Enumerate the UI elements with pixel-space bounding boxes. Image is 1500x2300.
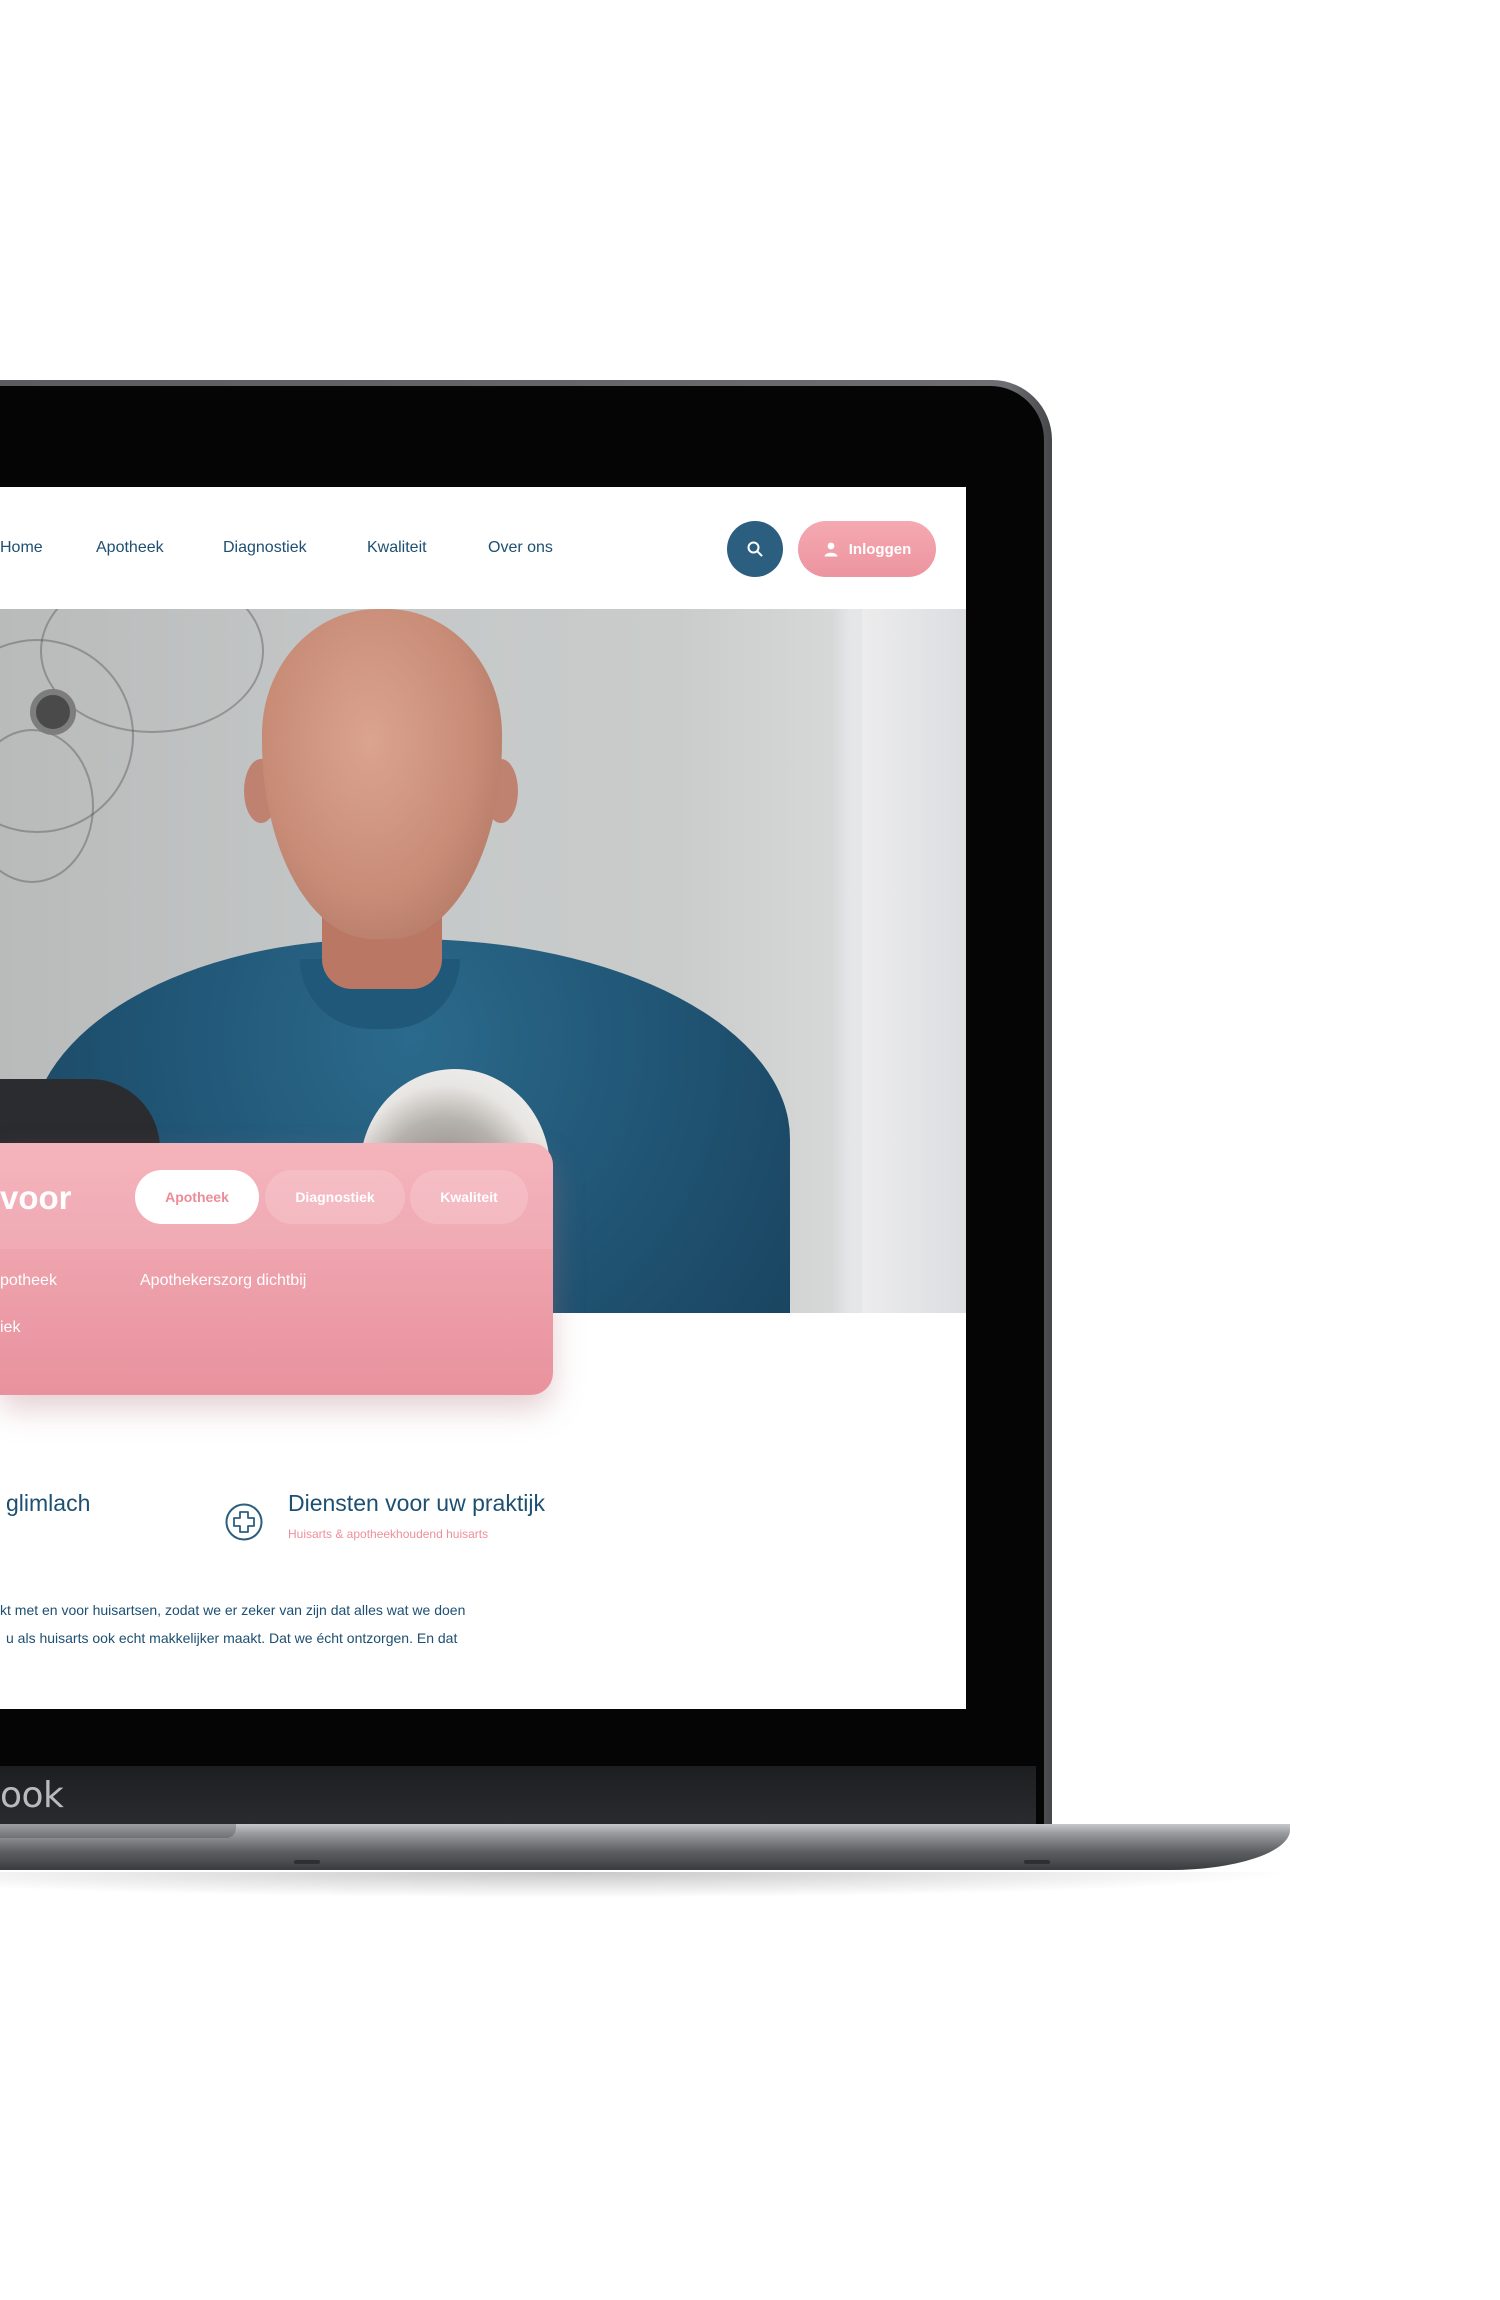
nav-item-apotheek[interactable]: Apotheek [96,539,164,557]
top-navigation: Home Apotheek Diagnostiek Kwaliteit Over… [0,487,966,609]
laptop-foot [294,1860,320,1864]
laptop-screen: Home Apotheek Diagnostiek Kwaliteit Over… [0,487,966,1709]
search-button[interactable] [727,521,783,577]
feature-diensten-title[interactable]: Diensten voor uw praktijk [288,1490,545,1517]
card-link-apotheek[interactable]: potheek [0,1272,57,1290]
plus-circle-icon[interactable] [224,1502,264,1542]
laptop-foot [1024,1860,1050,1864]
login-button[interactable]: Inloggen [798,521,936,577]
services-card-header: voor Apotheek Diagnostiek Kwaliteit [0,1143,553,1249]
laptop-hinge-notch [0,1824,236,1838]
nav-item-kwaliteit[interactable]: Kwaliteit [367,539,427,557]
search-icon [747,541,763,557]
feature-diensten-subtitle: Huisarts & apotheekhoudend huisarts [288,1527,489,1541]
laptop-shadow [0,1872,1300,1898]
user-icon [824,542,838,557]
nav-item-over-ons[interactable]: Over ons [488,539,553,557]
laptop-chin [0,1766,1036,1824]
services-card-title: voor [0,1179,72,1216]
card-link-diagnostiek[interactable]: iek [0,1319,20,1337]
laptop-brand-text: ook [0,1775,64,1816]
login-button-label: Inloggen [848,540,912,558]
tab-apotheek[interactable]: Apotheek [135,1170,259,1224]
wall-flower-core [30,689,76,735]
intro-text-line: u als huisarts ook echt makkelijker maak… [6,1630,458,1646]
person-head [262,609,502,939]
nav-item-home[interactable]: Home [0,539,43,557]
intro-text-line: kt met en voor huisartsen, zodat we er z… [0,1602,466,1618]
nav-item-diagnostiek[interactable]: Diagnostiek [223,539,307,557]
tab-kwaliteit[interactable]: Kwaliteit [410,1170,528,1224]
hero-wall-panel [862,609,966,1313]
feature-glimlach-title[interactable]: glimlach [6,1490,90,1517]
tab-diagnostiek[interactable]: Diagnostiek [265,1170,405,1224]
card-link-apothekerszorg[interactable]: Apothekerszorg dichtbij [140,1272,306,1290]
services-card: voor Apotheek Diagnostiek Kwaliteit poth… [0,1143,553,1395]
